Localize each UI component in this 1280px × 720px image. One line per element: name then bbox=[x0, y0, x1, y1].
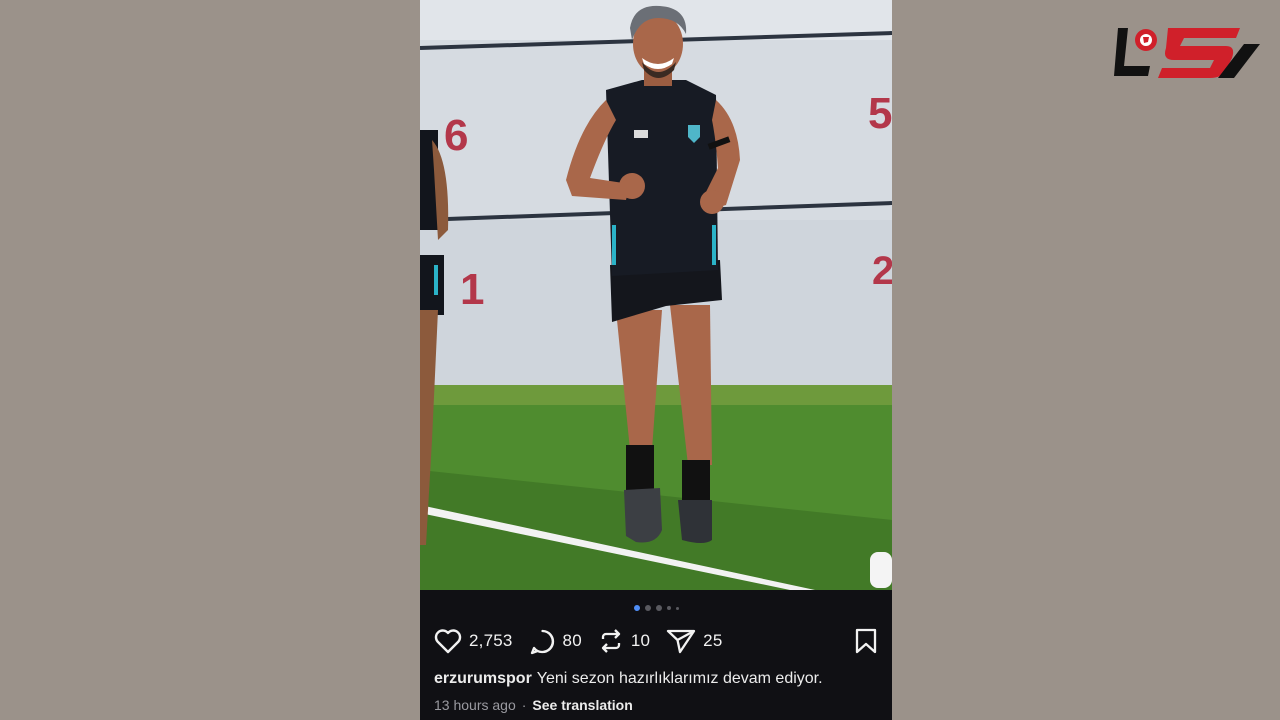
carousel-dot[interactable] bbox=[655, 605, 662, 611]
post-card: 6 5 1 2 2,753 80 10 25 erzurumspor Yeni … bbox=[420, 0, 892, 720]
wall-number: 5 bbox=[868, 89, 892, 138]
caption-text: Yeni sezon hazırlıklarımız devam ediyor. bbox=[536, 670, 823, 687]
comment-button[interactable]: 80 bbox=[529, 628, 582, 655]
wall-number: 6 bbox=[444, 111, 468, 160]
carousel-dot-active[interactable] bbox=[633, 605, 640, 611]
repost-count: 10 bbox=[630, 631, 651, 650]
post-caption: erzurumspor Yeni sezon hazırlıklarımız de… bbox=[434, 670, 884, 688]
username-link[interactable]: erzurumspor bbox=[434, 670, 532, 687]
carousel-dot[interactable] bbox=[675, 606, 679, 610]
share-count: 25 bbox=[703, 631, 723, 650]
carousel-dot[interactable] bbox=[644, 605, 651, 611]
carousel-indicator bbox=[420, 603, 892, 613]
see-translation-link[interactable]: See translation bbox=[532, 697, 632, 713]
wall-number: 2 bbox=[872, 249, 892, 293]
bookmark-icon bbox=[854, 628, 878, 658]
carousel-dot[interactable] bbox=[666, 606, 671, 610]
bookmark-button[interactable] bbox=[854, 628, 878, 659]
share-button[interactable]: 25 bbox=[666, 628, 722, 654]
heart-icon bbox=[434, 628, 462, 654]
action-bar: 2,753 80 10 25 bbox=[434, 624, 880, 658]
brand-logo bbox=[1110, 22, 1262, 86]
meta-separator: · bbox=[521, 697, 527, 713]
repost-icon bbox=[598, 628, 624, 654]
repost-button[interactable]: 10 bbox=[598, 628, 650, 654]
comment-icon bbox=[529, 628, 556, 655]
timestamp: 13 hours ago bbox=[434, 697, 516, 713]
comment-count: 80 bbox=[562, 631, 582, 650]
screen: 6 5 1 2 2,753 80 10 25 erzurumspor Yeni … bbox=[0, 0, 1280, 720]
send-icon bbox=[666, 628, 696, 654]
like-count: 2,753 bbox=[469, 631, 513, 650]
wall-number: 1 bbox=[460, 265, 484, 314]
like-button[interactable]: 2,753 bbox=[434, 628, 513, 654]
post-photo[interactable]: 6 5 1 2 bbox=[420, 0, 892, 590]
post-meta: 13 hours ago · See translation bbox=[434, 697, 633, 713]
